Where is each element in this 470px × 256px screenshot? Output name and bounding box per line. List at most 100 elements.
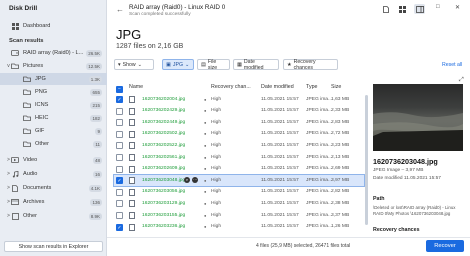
row-checkbox[interactable]: ✓: [116, 223, 123, 231]
count-badge: 1.3K: [88, 75, 102, 83]
back-arrow-icon[interactable]: ←: [116, 5, 124, 14]
table-row[interactable]: 1620736202522.jpg ● High 11.05.2021 15:57 J…: [114, 140, 364, 151]
column-header-type[interactable]: Type: [306, 84, 317, 90]
sidebar-item-label: Dashboard: [23, 23, 51, 29]
file-icon: [129, 142, 135, 150]
row-checkbox[interactable]: [116, 188, 123, 196]
file-size: 2,82 MB: [331, 189, 350, 195]
row-checkbox[interactable]: ✓: [116, 96, 123, 103]
column-header-recovery[interactable]: Recovery chan...: [211, 84, 251, 90]
column-header-date[interactable]: Date modified: [261, 84, 294, 90]
row-checkbox[interactable]: [116, 200, 123, 208]
date-modified: 11.05.2021 15:57: [261, 189, 299, 195]
table-row[interactable]: 1620736202609.jpg ● High 11.05.2021 15:57 J…: [114, 164, 364, 175]
date-modified-filter[interactable]: ▦ Date modified: [233, 58, 279, 71]
sidebar: Disk Drill Dashboard Scan results RAID a…: [0, 0, 107, 256]
table-row[interactable]: 1620736202561.jpg ● High 11.05.2021 15:57 J…: [114, 152, 364, 163]
sidebar-item-audio[interactable]: > Audio 16: [0, 168, 107, 180]
sidebar-item-archives[interactable]: > Archives 136: [0, 196, 107, 208]
date-modified: 11.05.2021 15:57: [261, 131, 299, 137]
show-filter[interactable]: ▾ Show ⌄: [114, 59, 154, 70]
sidebar-item-documents[interactable]: > Documents 4.1K: [0, 182, 107, 194]
date-modified: 11.05.2021 15:57: [261, 154, 299, 160]
app-title: Disk Drill: [9, 5, 38, 12]
column-header-size[interactable]: Size: [331, 84, 341, 90]
recovery-dot-icon: ●: [204, 177, 207, 183]
table-row[interactable]: 1620736202449.jpg ● High 11.05.2021 15:57 J…: [114, 117, 364, 128]
preview-icon[interactable]: ⌕: [184, 177, 190, 184]
row-checkbox[interactable]: [116, 119, 123, 127]
count-badge: 9: [95, 127, 102, 135]
sidebar-item-jpg[interactable]: JPG 1.3K: [0, 73, 107, 85]
more-options-icon[interactable]: ⋯: [192, 177, 198, 184]
recovery-dot-icon: ●: [204, 154, 207, 160]
table-row[interactable]: ✓ 1620736202004.jpg ● High 11.05.2021 15:57…: [114, 94, 364, 105]
recovery-dot-icon: ●: [204, 142, 207, 148]
grid-view-icon[interactable]: [397, 4, 408, 14]
recovery-dot-icon: ●: [204, 200, 207, 206]
preview-file-type: JPEG Image – 3,97 MB: [373, 168, 424, 173]
table-row[interactable]: ✓ 1620736203236.jpg ● High 11.05.2021 15:57…: [114, 222, 364, 233]
sidebar-item-gif[interactable]: GIF 9: [0, 125, 107, 137]
table-row[interactable]: 1620736203056.jpg ● High 11.05.2021 15:57 J…: [114, 187, 364, 198]
close-icon[interactable]: ✕: [455, 4, 460, 11]
other-icon: [11, 212, 19, 220]
sidebar-item-dashboard[interactable]: Dashboard: [0, 20, 107, 32]
sidebar-item-raid[interactable]: RAID array (Raid0) - L... 26.5K: [0, 47, 107, 59]
file-name: 1620736203155.jpg: [142, 212, 186, 218]
jpg-filter-chip[interactable]: ▣ JPG ⌄: [162, 59, 194, 70]
sidebar-item-other-pictures[interactable]: Other 11: [0, 138, 107, 150]
expand-icon[interactable]: ⤢: [459, 77, 464, 84]
file-name: 1620736202609.jpg: [142, 166, 186, 172]
maximize-icon[interactable]: □: [436, 4, 440, 10]
table-scrollbar[interactable]: [365, 95, 368, 225]
page-title: JPG: [116, 27, 142, 42]
row-checkbox[interactable]: ✓: [116, 177, 123, 185]
file-size-filter[interactable]: ▤ File size: [197, 59, 230, 71]
sidebar-item-pictures[interactable]: v Pictures 12.5K: [0, 60, 107, 72]
file-type: JPEG ima...: [306, 189, 333, 195]
recovery-chances-filter[interactable]: ★ Recovery chances: [283, 59, 338, 71]
video-icon: [11, 157, 19, 164]
table-row[interactable]: 1620736202502.jpg ● High 11.05.2021 15:57 J…: [114, 129, 364, 140]
row-checkbox[interactable]: [116, 212, 123, 219]
recovery-dot-icon: ●: [204, 189, 207, 195]
file-icon: [129, 212, 135, 219]
sidebar-item-other[interactable]: > Other 8.9K: [0, 210, 107, 222]
sidebar-item-label: JPG: [35, 76, 46, 82]
sidebar-item-video[interactable]: > Video 48: [0, 154, 107, 166]
sidebar-item-png[interactable]: PNG 655: [0, 86, 107, 98]
recovery-chance: High: [211, 200, 222, 206]
date-modified: 11.05.2021 15:57: [261, 108, 299, 114]
date-modified: 11.05.2021 15:57: [261, 96, 299, 102]
recover-button[interactable]: Recover: [426, 240, 464, 252]
folder-icon: [23, 89, 31, 96]
row-checkbox[interactable]: [116, 165, 123, 173]
file-size: 2,33 MB: [331, 108, 350, 114]
date-modified: 11.05.2021 15:57: [261, 142, 299, 148]
table-row[interactable]: ✓ 1620736203048.jpg ● High 11.05.2021 15:57…: [113, 174, 365, 188]
sidebar-item-icns[interactable]: ICNS 215: [0, 99, 107, 111]
file-name: 1620736202522.jpg: [142, 142, 186, 148]
sidebar-item-heic[interactable]: HEIC 182: [0, 112, 107, 124]
file-icon: [129, 165, 135, 173]
preview-path: \Deleted or lost\RAID array (Raid0) - Li…: [373, 205, 456, 216]
table-row[interactable]: 1620736203129.jpg ● High 11.05.2021 15:57 J…: [114, 198, 364, 209]
table-row[interactable]: 1620736203155.jpg ● High 11.05.2021 15:57 J…: [114, 210, 364, 221]
table-row[interactable]: 1620736202429.jpg ● High 11.05.2021 15:57 J…: [114, 106, 364, 117]
minimize-icon[interactable]: —: [418, 4, 424, 10]
row-checkbox[interactable]: [116, 107, 123, 115]
recovery-chance: High: [211, 142, 222, 148]
column-header-name[interactable]: Name: [129, 84, 143, 90]
row-checkbox[interactable]: [116, 130, 123, 138]
file-icon: [129, 223, 135, 231]
show-in-explorer-button[interactable]: Show scan results in Explorer: [4, 241, 103, 252]
jpg-filter-label: JPG: [172, 61, 183, 68]
document-view-icon[interactable]: [380, 4, 391, 14]
date-modified-label: Date modified: [243, 58, 264, 71]
scan-results-heading: Scan results: [9, 38, 44, 44]
sidebar-item-label: HEIC: [35, 115, 49, 121]
row-checkbox[interactable]: [116, 142, 123, 150]
row-checkbox[interactable]: [116, 154, 123, 161]
reset-all-link[interactable]: Reset all: [442, 62, 462, 68]
